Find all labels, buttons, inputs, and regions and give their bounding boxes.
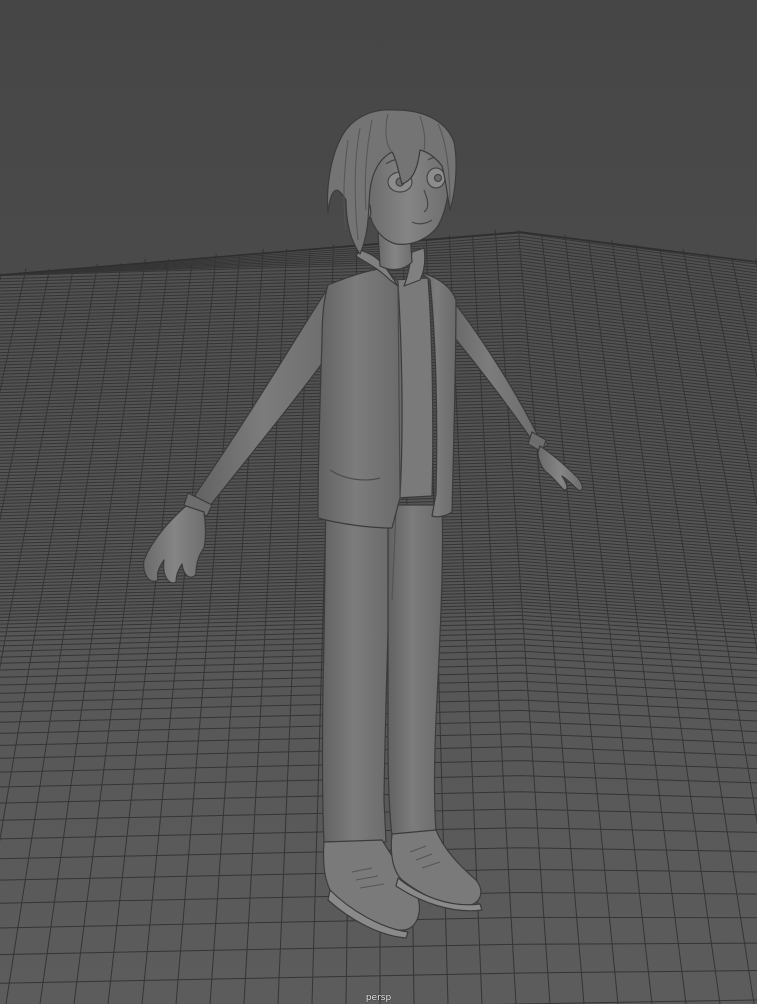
left-leg-jeans: [321, 504, 393, 843]
jacket-left-panel: [317, 267, 403, 529]
right-leg-jeans: [387, 504, 444, 837]
perspective-viewport[interactable]: persp: [0, 0, 757, 1004]
viewport-canvas[interactable]: [0, 0, 757, 1004]
camera-name-label: persp: [365, 993, 392, 1003]
